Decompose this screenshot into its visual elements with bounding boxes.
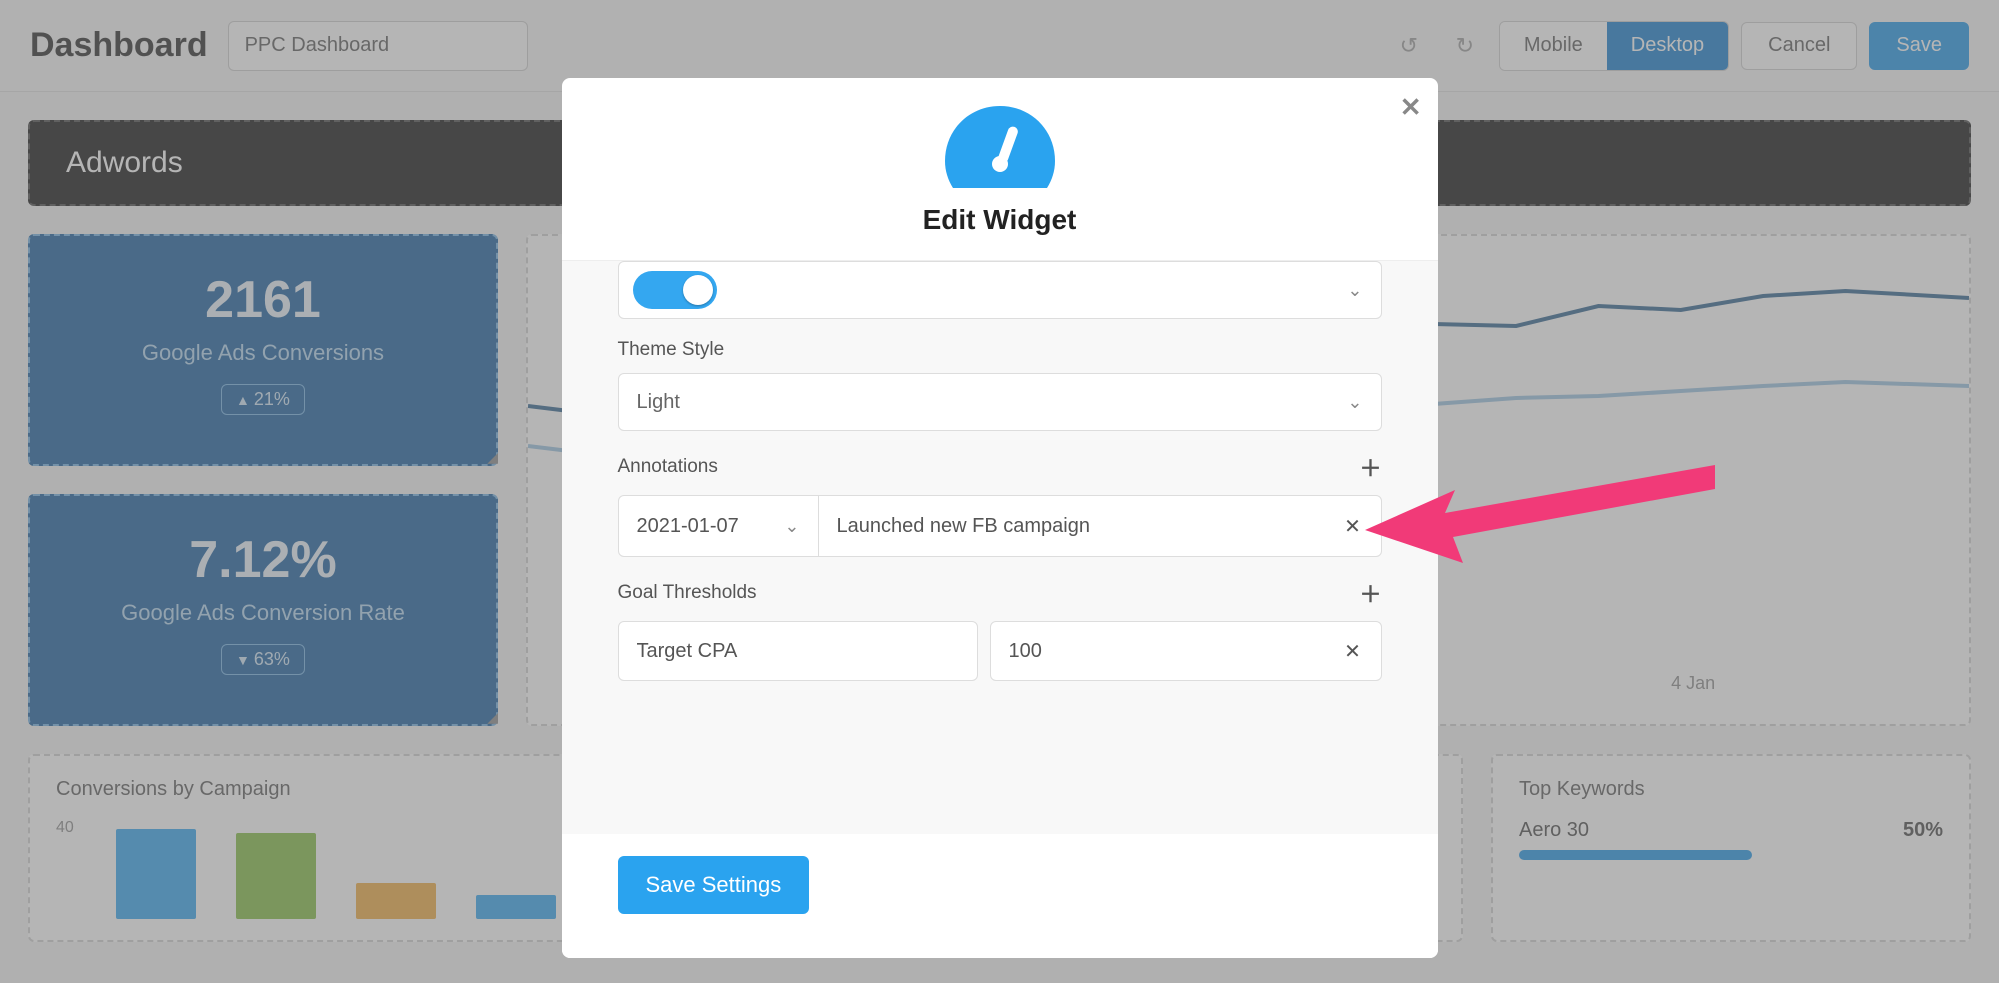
modal-header: Edit Widget xyxy=(562,78,1438,261)
goal-row: ✕ xyxy=(618,621,1382,681)
annotation-text-input[interactable] xyxy=(819,496,1325,556)
close-icon: ✕ xyxy=(1400,92,1422,122)
annotation-date-value: 2021-01-07 xyxy=(637,515,739,538)
plus-icon: ＋ xyxy=(1359,456,1381,481)
modal-title: Edit Widget xyxy=(582,204,1418,236)
chevron-down-icon: ⌄ xyxy=(1347,392,1362,413)
chevron-down-icon: ⌄ xyxy=(784,516,799,537)
add-goal-button[interactable]: ＋ xyxy=(1359,577,1381,609)
annotation-date-picker[interactable]: 2021-01-07 ⌄ xyxy=(619,496,819,556)
modal-overlay: ✕ Edit Widget ⌄ Theme Style xyxy=(0,0,1999,983)
chevron-down-icon: ⌄ xyxy=(1347,280,1362,301)
remove-annotation-button[interactable]: ✕ xyxy=(1325,496,1381,556)
goal-name-input[interactable] xyxy=(619,622,977,680)
save-settings-button[interactable]: Save Settings xyxy=(618,856,810,914)
theme-style-value: Light xyxy=(637,391,680,414)
theme-style-label: Theme Style xyxy=(618,339,1382,361)
toggle-knob-icon xyxy=(683,275,713,305)
close-icon: ✕ xyxy=(1344,514,1361,539)
close-button[interactable]: ✕ xyxy=(1400,92,1422,123)
annotations-label: Annotations xyxy=(618,456,718,478)
close-icon: ✕ xyxy=(1344,639,1361,664)
toggle-pill[interactable] xyxy=(633,271,717,309)
gauge-icon xyxy=(945,106,1055,188)
annotation-row: 2021-01-07 ⌄ ✕ xyxy=(618,495,1382,557)
modal-body[interactable]: ⌄ Theme Style Light ⌄ Annotations ＋ xyxy=(562,261,1438,834)
toggle-select[interactable]: ⌄ xyxy=(618,261,1382,319)
edit-widget-modal: ✕ Edit Widget ⌄ Theme Style xyxy=(562,78,1438,958)
modal-footer: Save Settings xyxy=(562,834,1438,958)
remove-goal-button[interactable]: ✕ xyxy=(1325,639,1381,664)
add-annotation-button[interactable]: ＋ xyxy=(1359,451,1381,483)
theme-style-select[interactable]: Light ⌄ xyxy=(618,373,1382,431)
goal-value-input[interactable] xyxy=(991,622,1325,680)
goal-thresholds-label: Goal Thresholds xyxy=(618,582,757,604)
plus-icon: ＋ xyxy=(1359,582,1381,607)
